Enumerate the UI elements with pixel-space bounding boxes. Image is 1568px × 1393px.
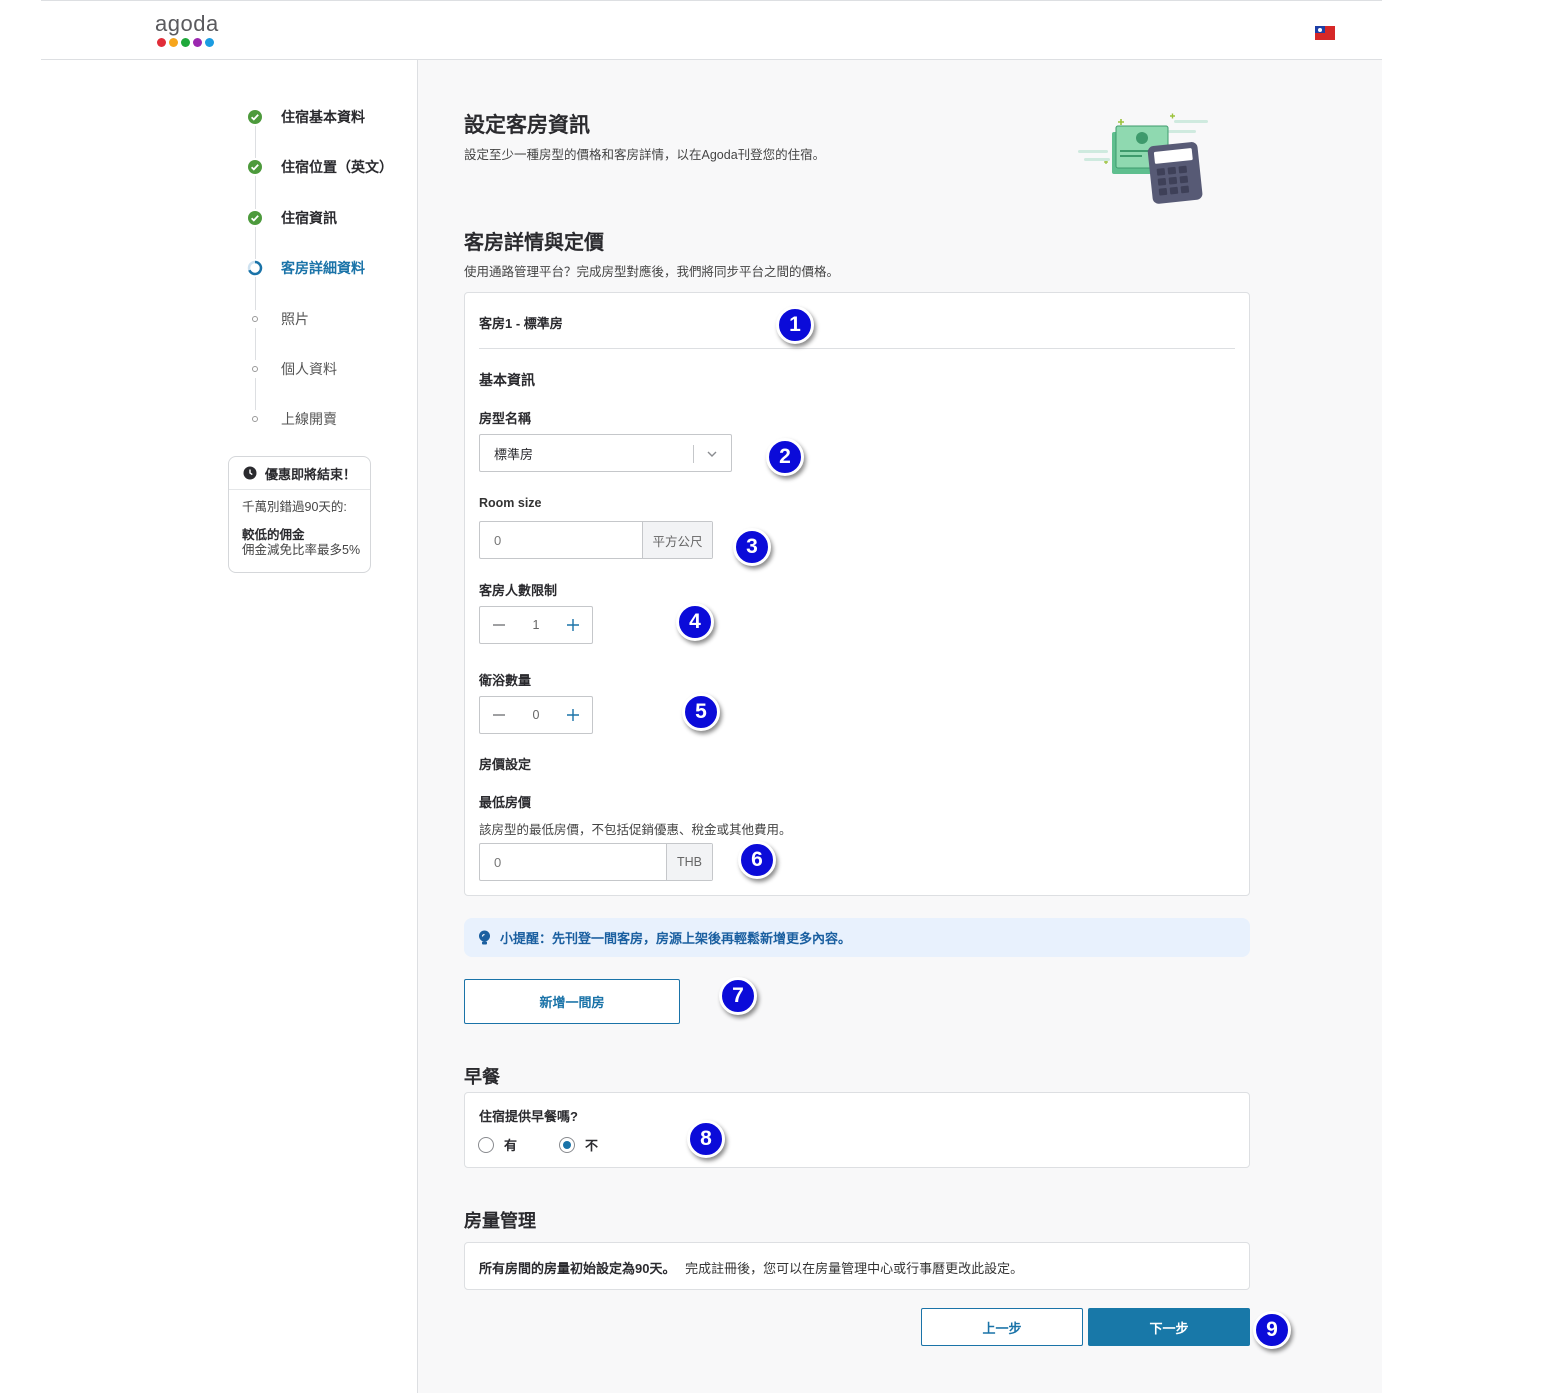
step-property-info[interactable]: 住宿資訊 xyxy=(246,207,337,229)
promo-header: 優惠即將結束！ xyxy=(229,457,370,490)
pricing-heading: 房價設定 xyxy=(479,757,532,772)
top-header: agoda xyxy=(41,1,1382,60)
radio-circle-selected[interactable] xyxy=(559,1136,575,1153)
inventory-bold: 所有房間的房量初始設定為90天。 xyxy=(479,1261,676,1276)
room-card-divider xyxy=(479,348,1235,349)
logo-dots xyxy=(155,38,225,47)
breakfast-card xyxy=(464,1092,1250,1168)
step-label: 個人資料 xyxy=(281,361,337,377)
bath-label: 衛浴數量 xyxy=(479,673,532,688)
room-size-label: Room size xyxy=(479,496,542,510)
step-basic-info[interactable]: 住宿基本資料 xyxy=(246,106,365,128)
inventory-desc: 完成註冊後，您可以在房量管理中心或行事曆更改此設定。 xyxy=(685,1261,1024,1276)
plus-icon[interactable] xyxy=(554,607,592,643)
step-label: 住宿基本資料 xyxy=(281,109,365,125)
pending-dot-icon xyxy=(246,310,264,328)
step-label: 客房詳細資料 xyxy=(281,260,365,276)
annotation-badge: 9 xyxy=(1253,1311,1291,1349)
radio-label: 不 xyxy=(585,1138,599,1153)
logo-text: agoda xyxy=(155,11,219,36)
inventory-title: 房量管理 xyxy=(464,1211,536,1231)
annotation-badge: 6 xyxy=(738,841,776,879)
page-subtitle: 設定至少一種房型的價格和客房詳情，以在Agoda刊登您的住宿。 xyxy=(464,148,826,162)
clock-icon xyxy=(243,466,257,480)
step-label: 上線開賣 xyxy=(281,411,337,427)
room-size-unit: 平方公尺 xyxy=(642,522,712,558)
step-location[interactable]: 住宿位置（英文） xyxy=(246,156,393,178)
step-room-details[interactable]: 客房詳細資料 xyxy=(246,257,365,279)
section-title-room-pricing: 客房詳情與定價 xyxy=(464,232,604,254)
breakfast-title: 早餐 xyxy=(464,1067,500,1087)
step-personal-info[interactable]: 個人資料 xyxy=(246,358,337,380)
min-price-desc: 該房型的最低房價，不包括促銷優惠、稅金或其他費用。 xyxy=(479,823,792,837)
guests-label: 客房人數限制 xyxy=(479,583,558,598)
check-circle-icon xyxy=(246,108,264,126)
annotation-badge: 3 xyxy=(733,528,771,566)
breakfast-yes-radio[interactable]: 有 xyxy=(478,1135,517,1154)
room-size-input[interactable]: 0 xyxy=(480,522,642,558)
annotation-badge: 5 xyxy=(682,693,720,731)
pending-dot-icon xyxy=(246,360,264,378)
min-price-field[interactable]: 0 THB xyxy=(479,843,713,881)
step-label: 住宿資訊 xyxy=(281,210,337,226)
progress-ring-icon xyxy=(246,259,264,277)
tip-text: 小提醒：先刊登一間客房，房源上架後再輕鬆新增更多內容。 xyxy=(500,931,852,946)
inventory-text: 所有房間的房量初始設定為90天。 完成註冊後，您可以在房量管理中心或行事曆更改此… xyxy=(479,1258,1023,1277)
room-type-label: 房型名稱 xyxy=(479,411,532,426)
section-subtitle: 使用通路管理平台？完成房型對應後，我們將同步平台之間的價格。 xyxy=(464,265,840,279)
room-card xyxy=(464,292,1250,896)
next-button[interactable]: 下一步 xyxy=(1088,1308,1250,1346)
bath-value: 0 xyxy=(532,708,540,722)
tip-banner: 小提醒：先刊登一間客房，房源上架後再輕鬆新增更多內容。 xyxy=(464,918,1250,957)
currency-unit: THB xyxy=(666,844,712,880)
step-photos[interactable]: 照片 xyxy=(246,308,309,330)
room-size-field[interactable]: 0 平方公尺 xyxy=(479,521,713,559)
promo-body: 千萬別錯過90天的: 較低的佣金 佣金減免比率最多5% xyxy=(229,490,370,558)
annotation-badge: 4 xyxy=(676,603,714,641)
calculator-money-illustration xyxy=(1078,113,1208,204)
step-label: 照片 xyxy=(281,311,309,327)
bath-stepper[interactable]: 0 xyxy=(479,696,593,734)
step-label: 住宿位置（英文） xyxy=(281,159,393,175)
annotation-badge: 7 xyxy=(719,977,757,1015)
add-room-button[interactable]: 新增一間房 xyxy=(464,979,680,1024)
promo-line: 千萬別錯過90天的: xyxy=(242,500,347,514)
prev-button[interactable]: 上一步 xyxy=(921,1308,1083,1346)
page-title: 設定客房資訊 xyxy=(464,114,590,137)
room-type-select[interactable]: 標準房 xyxy=(479,434,732,472)
min-price-label: 最低房價 xyxy=(479,795,532,810)
chevron-down-icon xyxy=(707,451,717,457)
step-go-live[interactable]: 上線開賣 xyxy=(246,408,337,430)
check-circle-icon xyxy=(246,158,264,176)
guests-stepper[interactable]: 1 xyxy=(479,606,593,644)
plus-icon[interactable] xyxy=(554,697,592,733)
annotation-badge: 8 xyxy=(687,1120,725,1158)
room-header: 客房1 - 標準房 xyxy=(479,316,563,331)
taiwan-flag-icon[interactable] xyxy=(1315,26,1335,40)
min-price-input[interactable]: 0 xyxy=(480,844,666,880)
annotation-badge: 1 xyxy=(776,306,814,344)
check-circle-icon xyxy=(246,209,264,227)
guests-value: 1 xyxy=(532,618,540,632)
annotation-badge: 2 xyxy=(766,438,804,476)
minus-icon[interactable] xyxy=(480,697,518,733)
promo-line: 佣金減免比率最多5% xyxy=(242,543,361,557)
minus-icon[interactable] xyxy=(480,607,518,643)
promo-strong: 較低的佣金 xyxy=(242,528,305,542)
room-type-value: 標準房 xyxy=(494,446,534,462)
promo-card: 優惠即將結束！ 千萬別錯過90天的: 較低的佣金 佣金減免比率最多5% xyxy=(228,456,371,573)
lightbulb-icon xyxy=(479,930,490,944)
agoda-logo[interactable]: agoda xyxy=(155,13,225,53)
promo-title: 優惠即將結束！ xyxy=(265,466,357,482)
radio-label: 有 xyxy=(504,1138,518,1153)
breakfast-question: 住宿提供早餐嗎? xyxy=(479,1109,578,1124)
basic-info-heading: 基本資訊 xyxy=(479,372,535,388)
radio-circle[interactable] xyxy=(478,1136,494,1153)
breakfast-no-radio[interactable]: 不 xyxy=(559,1135,598,1154)
pending-dot-icon xyxy=(246,410,264,428)
